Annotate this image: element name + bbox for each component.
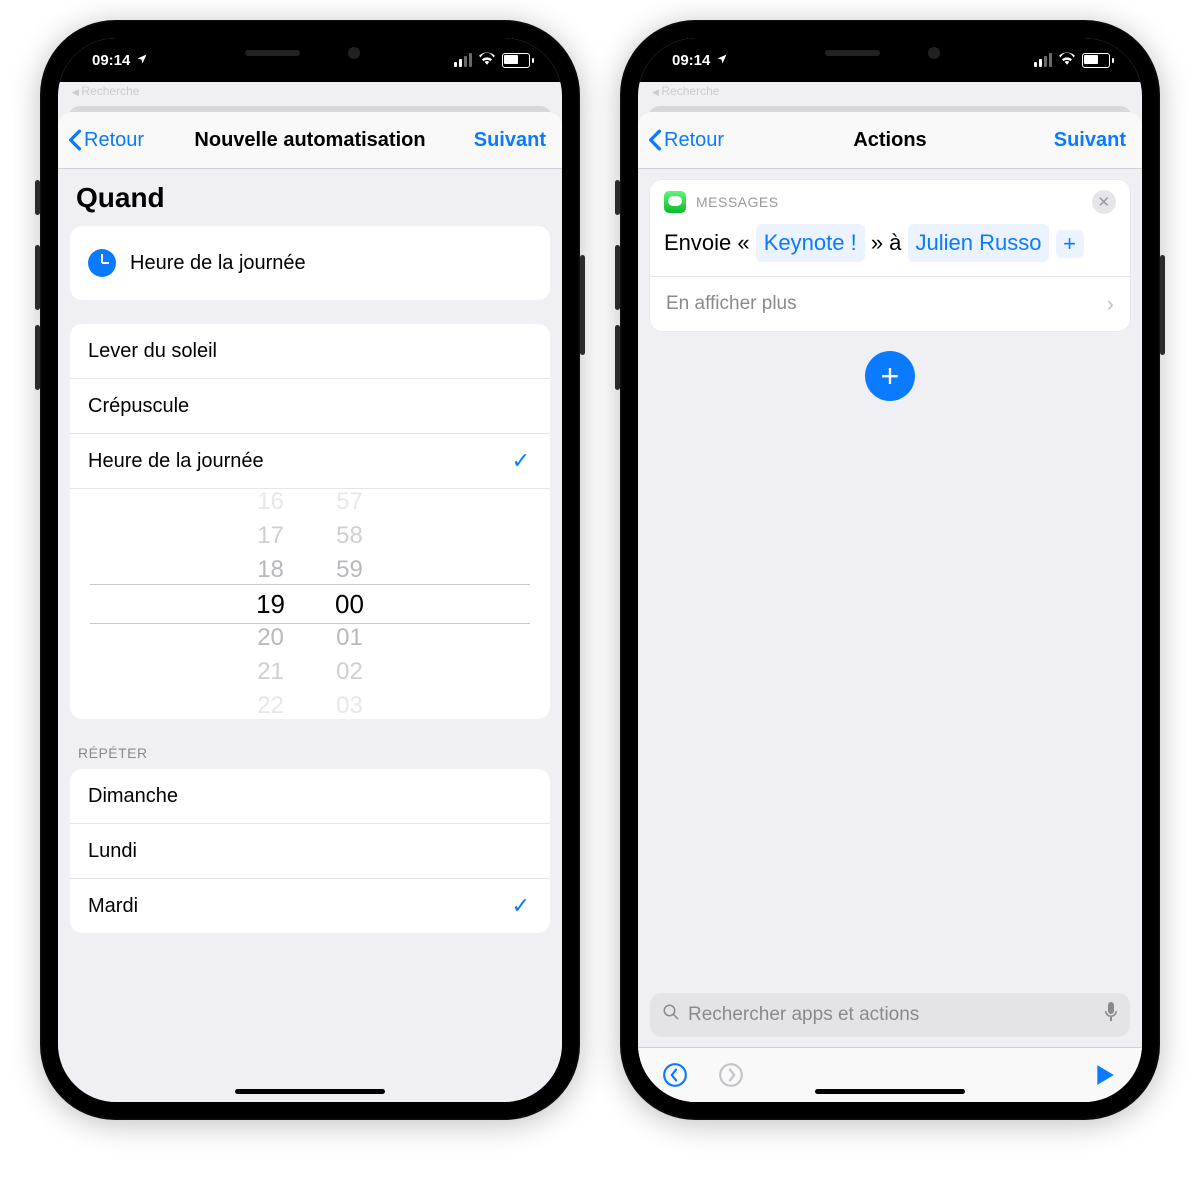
messages-app-icon (664, 191, 686, 213)
back-button[interactable]: Retour (68, 129, 144, 152)
search-placeholder: Rechercher apps et actions (688, 1004, 1096, 1026)
add-recipient-button[interactable]: + (1056, 230, 1084, 258)
day-label: Dimanche (88, 785, 178, 808)
close-icon[interactable]: ✕ (1092, 190, 1116, 214)
back-label: Retour (664, 129, 724, 152)
day-sunday[interactable]: Dimanche (70, 769, 550, 823)
play-button[interactable] (1090, 1060, 1120, 1090)
location-icon (136, 52, 148, 69)
text-prefix: Envoie « (664, 230, 756, 255)
more-label: En afficher plus (666, 293, 797, 315)
nav-bar: Retour Actions Suivant (638, 112, 1142, 169)
search-field[interactable]: Rechercher apps et actions (650, 993, 1130, 1037)
wifi-icon (1058, 51, 1076, 69)
nav-title: Nouvelle automatisation (194, 129, 425, 152)
back-to-app[interactable]: Recherche (652, 84, 719, 98)
dictation-icon[interactable] (1104, 1002, 1118, 1028)
status-time: 09:14 (92, 52, 130, 69)
chevron-right-icon: › (1107, 291, 1114, 317)
undo-button[interactable] (660, 1060, 690, 1090)
check-icon: ✓ (512, 448, 530, 474)
back-to-app[interactable]: Recherche (72, 84, 139, 98)
section-when: Quand (76, 182, 544, 214)
text-mid: » à (871, 230, 908, 255)
search-icon (662, 1003, 680, 1027)
location-icon (716, 52, 728, 69)
app-label: MESSAGES (696, 194, 779, 210)
battery-icon (1082, 53, 1114, 68)
hour-wheel[interactable]: 16 17 18 19 20 21 22 (256, 489, 285, 719)
redo-button[interactable] (716, 1060, 746, 1090)
day-tuesday[interactable]: Mardi ✓ (70, 878, 550, 933)
notch (785, 38, 995, 68)
wifi-icon (478, 51, 496, 69)
add-action-button[interactable]: + (865, 351, 915, 401)
next-button[interactable]: Suivant (474, 129, 546, 152)
option-label: Crépuscule (88, 395, 189, 418)
nav-bar: Retour Nouvelle automatisation Suivant (58, 112, 562, 169)
action-card: MESSAGES ✕ Envoie « Keynote ! » à Julien… (650, 180, 1130, 331)
cellular-icon (1034, 53, 1052, 67)
time-picker[interactable]: 16 17 18 19 20 21 22 57 58 59 00 (70, 488, 550, 719)
selected-option-label: Heure de la journée (130, 252, 306, 275)
phone-left: 09:14 Recherche Retour (40, 20, 580, 1120)
message-token[interactable]: Keynote ! (756, 224, 865, 262)
option-time-of-day[interactable]: Heure de la journée ✓ (70, 433, 550, 488)
option-label: Lever du soleil (88, 340, 217, 363)
content-right: MESSAGES ✕ Envoie « Keynote ! » à Julien… (638, 168, 1142, 1102)
selected-option-card: Heure de la journée (70, 226, 550, 300)
battery-icon (502, 53, 534, 68)
home-indicator[interactable] (235, 1089, 385, 1094)
day-label: Mardi (88, 895, 138, 918)
content-left: Quand Heure de la journée Lever du solei… (58, 168, 562, 1102)
clock-icon (88, 249, 116, 277)
back-label: Retour (84, 129, 144, 152)
recipient-token[interactable]: Julien Russo (908, 224, 1050, 262)
status-time: 09:14 (672, 52, 710, 69)
option-sunset[interactable]: Crépuscule (70, 378, 550, 433)
check-icon: ✓ (512, 893, 530, 919)
day-monday[interactable]: Lundi (70, 823, 550, 878)
options-card: Lever du soleil Crépuscule Heure de la j… (70, 324, 550, 719)
option-sunrise[interactable]: Lever du soleil (70, 324, 550, 378)
phone-right: 09:14 Recherche Retour (620, 20, 1160, 1120)
days-card: Dimanche Lundi Mardi ✓ (70, 769, 550, 933)
cellular-icon (454, 53, 472, 67)
show-more-row[interactable]: En afficher plus › (650, 276, 1130, 331)
action-sentence: Envoie « Keynote ! » à Julien Russo + (650, 218, 1130, 276)
repeat-header: RÉPÉTER (78, 745, 542, 761)
option-label: Heure de la journée (88, 450, 264, 473)
day-label: Lundi (88, 840, 137, 863)
time-of-day-row[interactable]: Heure de la journée (70, 226, 550, 300)
nav-title: Actions (853, 129, 926, 152)
minute-wheel[interactable]: 57 58 59 00 01 02 03 (335, 489, 364, 719)
back-button[interactable]: Retour (648, 129, 724, 152)
home-indicator[interactable] (815, 1089, 965, 1094)
notch (205, 38, 415, 68)
next-button[interactable]: Suivant (1054, 129, 1126, 152)
